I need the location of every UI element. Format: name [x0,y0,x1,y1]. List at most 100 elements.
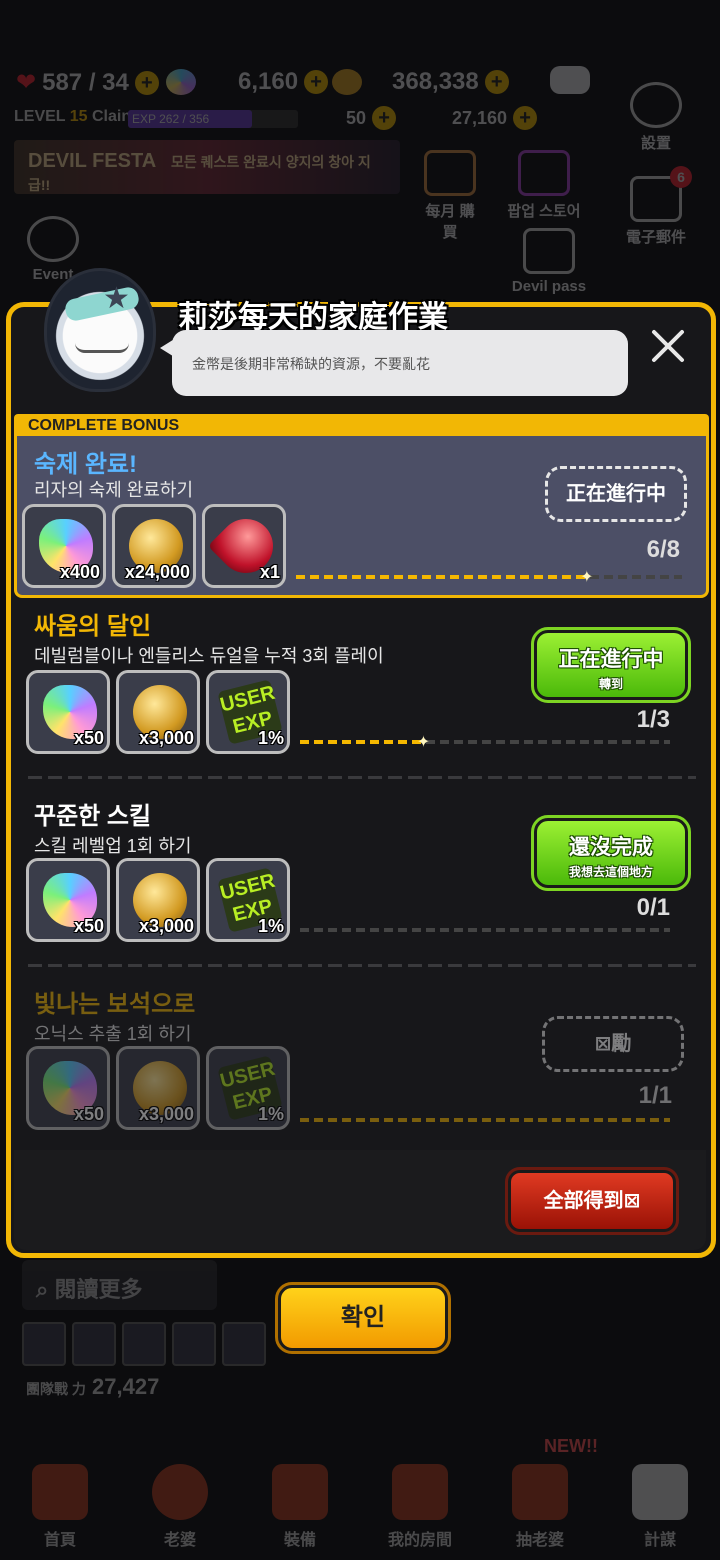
mail-label: 電子郵件 [626,229,687,246]
nav-wives[interactable]: 老婆 [130,1464,230,1550]
team-member-thumb[interactable] [172,1322,216,1366]
status-claimed: ⊠勵 [542,1016,684,1072]
reward-item[interactable]: x1 [202,504,286,588]
reward-qty: 1% [257,1104,284,1124]
nav-strategy[interactable]: 計謀 [610,1464,710,1550]
hearts-value: 587 / 34 [42,68,129,96]
nav-label: 計謀 [643,1532,676,1549]
reward-qty: x50 [73,1104,104,1124]
settings-button[interactable]: 設置 [626,82,686,153]
team-power-value: 27,427 [92,1374,160,1399]
reward-qty: 1% [257,728,284,748]
team-member-thumb[interactable] [222,1322,266,1366]
add-souls-button[interactable]: + [513,106,538,130]
not-complete-button[interactable]: 還沒完成 我想去這個地方 [531,815,691,891]
button-sublabel: 轉到 [598,677,623,691]
reward-qty: x50 [73,916,104,936]
team-power: 團隊戰 力 27,427 [26,1374,159,1400]
quest-desc: 데빌럼블이나 엔들리스 듀얼을 누적 3회 플레이 [34,646,384,666]
progress-text: 1/3 [636,706,670,733]
progress-fill: ✦ [296,569,594,586]
team-member-thumb[interactable] [72,1322,116,1366]
quest-desc: 오닉스 추출 1회 하기 [34,1024,192,1044]
search-icon: ⌕ [36,1277,55,1302]
add-gold-button[interactable]: + [484,70,509,94]
team-member-thumb[interactable] [22,1322,66,1366]
progress-bar [300,928,670,932]
quest-title: 싸움의 달인 [34,613,152,640]
level-label: LEVEL [14,108,66,125]
devil-pass-icon [523,228,575,274]
reward-qty: x24,000 [124,562,190,582]
nav-my-room[interactable]: 我的房間 [370,1464,470,1550]
quest-title: 숙제 완료! [34,451,137,478]
sparkle-icon: ✦ [580,569,594,586]
reward-item[interactable]: x50 [26,858,110,942]
reward-qty: 1% [257,916,284,936]
add-hearts-button[interactable]: + [134,70,159,95]
popup-store-button[interactable]: 팝업 스토어 [504,150,584,221]
reward-item: USER EXP 1% [206,1046,290,1130]
collect-all-button[interactable]: 全部得到⊠ [505,1167,679,1235]
mail-badge: 6 [670,166,692,188]
new-badge: NEW!! [544,1436,598,1456]
settings-label: 設置 [640,135,671,152]
quest-title: 꾸준한 스킬 [34,803,152,830]
reward-item[interactable]: x3,000 [116,670,200,754]
nav-gacha[interactable]: 抽老婆 NEW!! [490,1436,598,1550]
add-tickets-button[interactable]: + [372,106,397,130]
popup-store-label: 팝업 스토어 [507,203,581,220]
closed-eyes [75,343,129,353]
reward-item[interactable]: x24,000 [112,504,196,588]
nav-label: 裝備 [283,1532,316,1549]
chat-icon[interactable] [550,66,590,94]
devil-pass-button[interactable]: Devil pass [504,228,594,295]
reward-list: x400 x24,000 x1 [22,504,286,588]
store-icon [518,150,570,196]
flame-icon [152,1464,208,1520]
event-banner[interactable]: DEVIL FESTA 모든 퀘스트 완료시 양지의 창아 지급!! [14,140,400,194]
progress-bar: ✦ [300,734,670,751]
reward-item[interactable]: USER EXP 1% [206,670,290,754]
gold-icon [332,69,362,95]
status-in-progress: 正在進行中 [545,466,687,522]
monthly-purchase-button[interactable]: 每月 購買 [420,150,480,242]
team-thumbnails [22,1322,266,1366]
reward-item[interactable]: x3,000 [116,858,200,942]
reward-qty: x3,000 [138,728,194,748]
close-icon[interactable] [648,326,688,366]
reward-list: x50 x3,000 USER EXP 1% [26,670,290,754]
go-to-quest-button[interactable]: 正在進行中 轉到 [531,627,691,703]
nav-label: 老婆 [163,1532,196,1549]
devil-pass-label: Devil pass [511,278,587,295]
reward-list: x50 x3,000 USER EXP 1% [26,1046,290,1130]
mail-button[interactable]: 電子郵件 6 [626,166,692,247]
souls-counter: 27,160 + [452,106,538,130]
reward-item[interactable]: USER EXP 1% [206,858,290,942]
read-more-bar[interactable]: ⌕ 閱讀更多 [22,1260,217,1310]
tickets-value: 50 [346,107,367,128]
nav-label: 抽老婆 [515,1532,564,1549]
shield-icon [632,1464,688,1520]
reward-qty: x3,000 [138,1104,194,1124]
confirm-button[interactable]: 확인 [275,1282,451,1354]
sword-shield-icon [272,1464,328,1520]
progress-fill [300,1118,670,1122]
team-member-thumb[interactable] [122,1322,166,1366]
quest-divider [28,776,696,779]
nav-equipment[interactable]: 裝備 [250,1464,350,1550]
button-sublabel: 我想去這個地方 [568,865,653,879]
reward-item[interactable]: x50 [26,670,110,754]
reward-item[interactable]: x400 [22,504,106,588]
gems-counter: 6,160 + [166,68,329,96]
progress-bar [300,1118,670,1122]
quest-desc: 스킬 레벨업 1회 하기 [34,836,192,856]
heart-icon: ❤ [16,69,37,96]
gift-icon [424,150,476,196]
banner-title: DEVIL FESTA [28,150,156,172]
progress-text: 0/1 [636,894,670,921]
gold-value: 368,338 [392,68,479,95]
level-number: 15 [69,108,88,125]
add-gems-button[interactable]: + [304,70,329,94]
nav-home[interactable]: 首頁 [10,1464,110,1550]
